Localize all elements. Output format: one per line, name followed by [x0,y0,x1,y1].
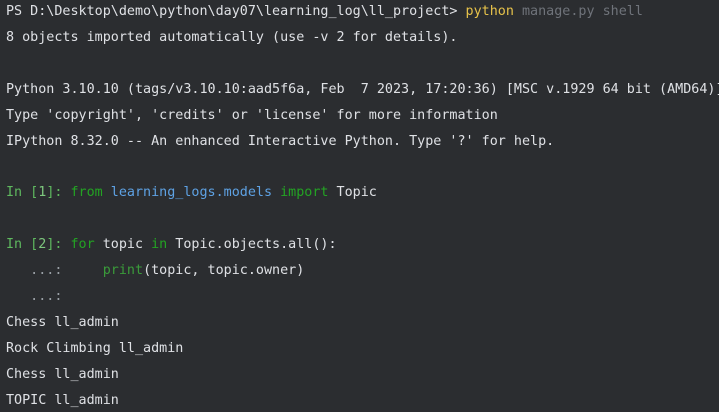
in-prompt-close: ]: [46,185,71,200]
in-prompt-close: ]: [46,237,71,252]
loop-variable: topic [94,237,144,252]
ps-args: manage.py shell [513,4,643,19]
output-line: Rock Climbing ll_admin [6,341,184,356]
keyword-in: in [143,237,168,252]
module-name: learning_logs.models [102,185,273,200]
keyword-for: for [70,237,95,252]
keyword-import: import [272,185,329,200]
output-line: TOPIC ll_admin [6,393,119,408]
in-prompt-open: In [ [6,185,39,200]
ps-command-line: PS D:\Desktop\demo\python\day07\learning… [6,3,643,21]
ipython-info-line: IPython 8.32.0 -- An enhanced Interactiv… [6,134,555,149]
continuation-prompt: ...: [6,289,71,304]
keyword-from: from [70,185,103,200]
output-line: Chess ll_admin [6,315,119,330]
in-prompt-open: In [ [6,237,39,252]
input-line-1: In [1]: from learning_logs.models import… [6,184,377,202]
continuation-line-1: ...: print(topic, topic.owner) [6,262,304,280]
ps-command: python [465,4,514,19]
continuation-prompt: ...: [6,263,103,278]
input-line-2: In [2]: for topic in Topic.objects.all()… [6,236,337,254]
output-line: Chess ll_admin [6,367,119,382]
type-info-line: Type 'copyright', 'credits' or 'license'… [6,108,498,123]
imported-message: 8 objects imported automatically (use -v… [6,30,458,45]
continuation-line-2: ...: [6,288,71,306]
ps-prompt: PS D:\Desktop\demo\python\day07\learning… [6,4,466,19]
imported-name: Topic [328,185,377,200]
builtin-print: print [102,263,144,278]
loop-expression: Topic.objects.all(): [167,237,337,252]
python-version-line: Python 3.10.10 (tags/v3.10.10:aad5f6a, F… [6,82,719,97]
print-arguments: (topic, topic.owner) [143,263,305,278]
terminal-window[interactable]: PS D:\Desktop\demo\python\day07\learning… [0,0,719,412]
